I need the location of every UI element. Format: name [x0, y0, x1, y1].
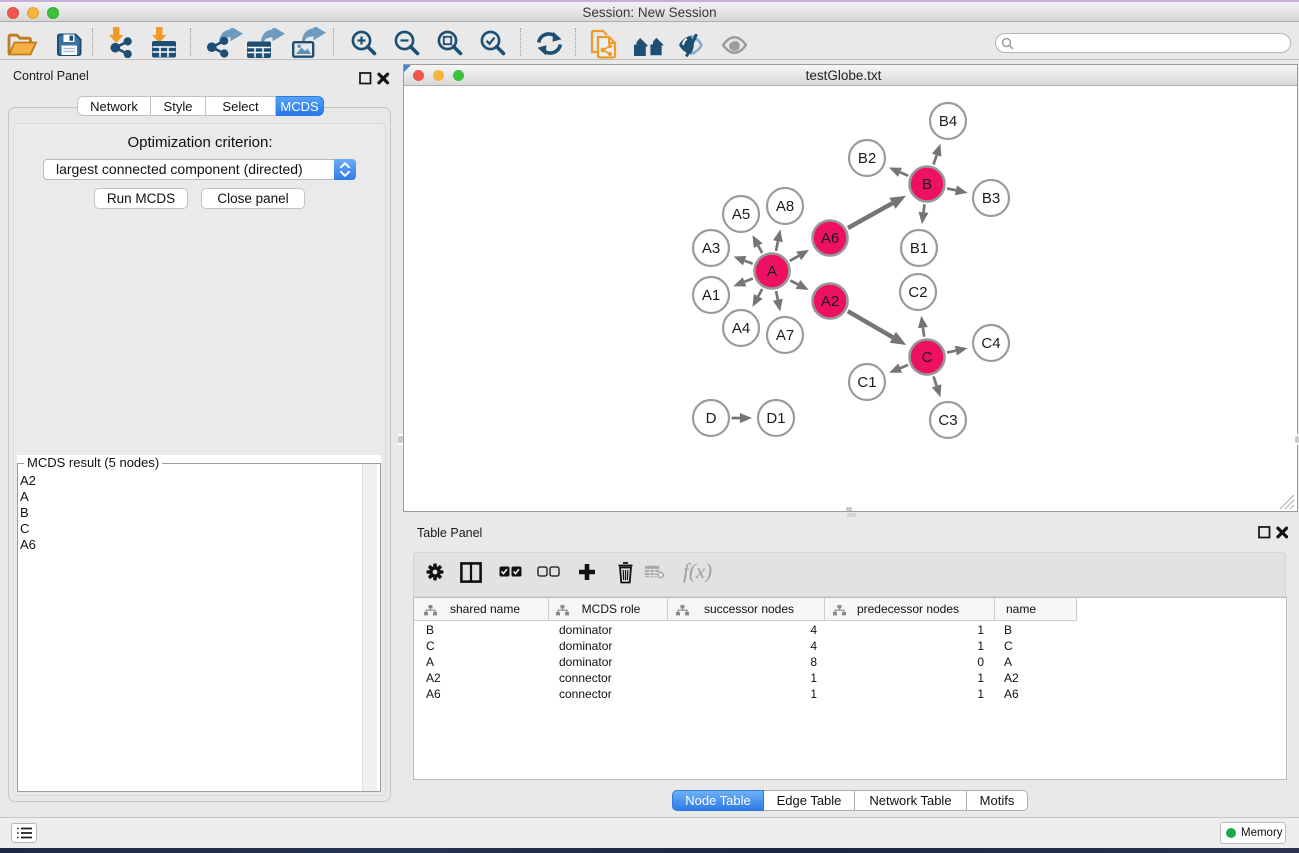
svg-text:A3: A3 — [702, 240, 720, 257]
svg-text:C2: C2 — [908, 284, 927, 301]
svg-text:D1: D1 — [766, 410, 785, 427]
svg-text:A2: A2 — [821, 293, 839, 310]
svg-text:A7: A7 — [776, 327, 794, 344]
svg-text:B3: B3 — [982, 190, 1000, 207]
svg-text:A4: A4 — [732, 320, 750, 337]
svg-text:D: D — [706, 410, 717, 427]
svg-text:C1: C1 — [857, 374, 876, 391]
svg-text:B1: B1 — [910, 240, 928, 257]
svg-text:A5: A5 — [732, 206, 750, 223]
svg-text:A8: A8 — [776, 198, 794, 215]
svg-text:B2: B2 — [858, 150, 876, 167]
svg-text:A1: A1 — [702, 287, 720, 304]
svg-text:A: A — [767, 263, 777, 280]
svg-text:C4: C4 — [981, 335, 1000, 352]
svg-text:B: B — [922, 176, 932, 193]
svg-text:C3: C3 — [938, 412, 957, 429]
svg-text:C: C — [922, 349, 933, 366]
svg-text:A6: A6 — [821, 230, 839, 247]
svg-text:B4: B4 — [939, 113, 957, 130]
